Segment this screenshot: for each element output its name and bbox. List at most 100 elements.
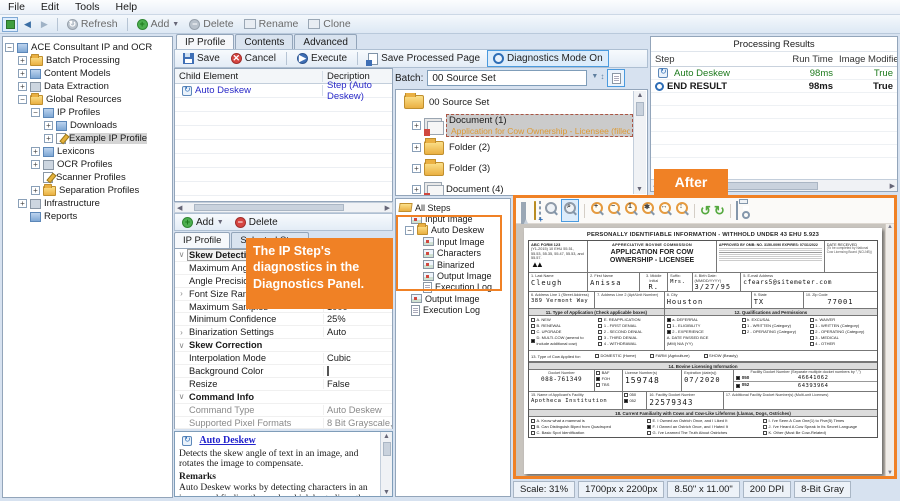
scroll-thumb[interactable] [383, 442, 391, 456]
zoom-out-button[interactable]: − [607, 201, 621, 220]
expand-icon[interactable]: + [18, 199, 27, 208]
property-value[interactable]: 25% [323, 314, 392, 324]
filter-sort-icon[interactable] [591, 73, 603, 83]
property-binarization-settings[interactable]: ›Binarization SettingsAuto [175, 326, 392, 339]
child-grid-hscrollbar[interactable]: ◀ ▶ [174, 202, 393, 213]
page-view-button[interactable] [607, 69, 625, 87]
menu-tools[interactable]: Tools [67, 0, 108, 14]
batch-node-document-4[interactable]: +Document (4) [400, 179, 647, 196]
collapse-icon[interactable]: − [5, 43, 14, 52]
tree-node-reports[interactable]: Reports [3, 210, 172, 223]
tree-node-batch-processing[interactable]: +Batch Processing [3, 54, 172, 67]
property-value[interactable]: Auto [323, 327, 392, 337]
collapse-icon[interactable]: − [18, 95, 27, 104]
scroll-up-icon[interactable]: ▲ [381, 432, 392, 440]
collapse-icon[interactable]: − [405, 226, 414, 235]
column-image-modified[interactable]: Image Modifie [839, 54, 897, 65]
batch-dropdown[interactable]: 00 Source Set [427, 70, 587, 86]
cancel-button[interactable]: ✕Cancel [227, 51, 280, 67]
tree-node-separation-profiles[interactable]: +Separation Profiles [3, 184, 172, 197]
pointer-tool-button[interactable] [521, 202, 531, 220]
scroll-down-icon[interactable]: ▼ [636, 185, 643, 194]
property-supported-pixel-formats[interactable]: Supported Pixel Formats8 Bit Grayscale, … [175, 417, 392, 430]
property-value[interactable]: False [323, 379, 392, 389]
tab-contents[interactable]: Contents [235, 34, 293, 50]
batch-node-source-set[interactable]: 00 Source Set [400, 93, 647, 111]
property-value[interactable]: Cubic [323, 353, 392, 363]
scroll-right-icon[interactable]: ▶ [383, 204, 392, 212]
rotate-left-button[interactable]: ↺ [700, 204, 711, 217]
expand-icon[interactable]: + [18, 56, 27, 65]
steps-node-characters[interactable]: Characters [399, 248, 510, 259]
viewer-vscrollbar[interactable]: ▲▼ [885, 224, 894, 476]
collapse-icon[interactable]: ∨ [175, 392, 188, 401]
expand-icon[interactable]: › [175, 289, 188, 298]
save-processed-page-button[interactable]: Save Processed Page [364, 51, 484, 67]
tree-node-infrastructure[interactable]: +Infrastructure [3, 197, 172, 210]
tab-advanced[interactable]: Advanced [294, 34, 356, 50]
property-minimum-confidence[interactable]: Minimum Confidence25% [175, 313, 392, 326]
zoom-actual-size-button[interactable]: 1 [624, 201, 638, 220]
column-step[interactable]: Step [651, 54, 779, 65]
steps-node-deskew-input-image[interactable]: Input Image [399, 236, 510, 247]
tree-node-global-resources[interactable]: −Global Resources [3, 93, 172, 106]
zone-select-button[interactable] [539, 202, 541, 220]
steps-node-binarized[interactable]: Binarized [399, 259, 510, 270]
expand-icon[interactable]: + [412, 185, 421, 194]
expand-icon[interactable]: + [44, 121, 53, 130]
grid-row-auto-deskew[interactable]: Auto Deskew Step (Auto Deskew) [175, 84, 392, 98]
back-button[interactable]: ◀ [20, 16, 35, 32]
steps-node-output-image[interactable]: Output Image [399, 293, 510, 304]
menu-file[interactable]: File [0, 0, 33, 14]
expand-icon[interactable]: + [412, 164, 421, 173]
add-step-button[interactable]: +Add▼ [178, 214, 228, 230]
save-button[interactable]: Save [179, 51, 224, 67]
expand-icon[interactable]: + [18, 69, 27, 78]
steps-node-auto-deskew[interactable]: −Auto Deskew [399, 225, 510, 236]
property-group-skew-correction[interactable]: ∨Skew Correction [175, 339, 392, 352]
execute-button[interactable]: ▶Execute [293, 51, 351, 67]
tree-node-ip-profiles[interactable]: −IP Profiles [3, 106, 172, 119]
zoom-fit-page-button[interactable]: ✱ [641, 201, 655, 220]
tree-node-lexicons[interactable]: +Lexicons [3, 145, 172, 158]
description-vscrollbar[interactable]: ▲▼ [380, 432, 392, 496]
rotate-right-button[interactable]: ↻ [714, 204, 725, 217]
expand-icon[interactable]: + [31, 186, 40, 195]
tree-node-root[interactable]: −ACE Consultant IP and OCR [3, 41, 172, 54]
pan-tool-button[interactable] [534, 202, 536, 220]
rename-button[interactable]: Rename [240, 16, 303, 32]
scroll-thumb[interactable] [636, 102, 644, 116]
menu-help[interactable]: Help [108, 0, 146, 14]
batch-node-folder-3[interactable]: +Folder (3) [400, 158, 647, 179]
batch-tree-vscrollbar[interactable]: ▲▼ [633, 91, 646, 194]
property-command-type[interactable]: Command TypeAuto Deskew [175, 404, 392, 417]
tree-node-data-extraction[interactable]: +Data Extraction [3, 80, 172, 93]
batch-node-folder-2[interactable]: +Folder (2) [400, 137, 647, 158]
collapse-icon[interactable]: ∨ [175, 250, 188, 259]
property-background-color[interactable]: Background Color [175, 365, 392, 378]
batch-node-document-1[interactable]: + Document (1) Application for Cow Owner… [412, 114, 633, 137]
tree-node-content-models[interactable]: +Content Models [3, 67, 172, 80]
collapse-icon[interactable]: ∨ [175, 341, 188, 350]
zoom-fit-width-button[interactable]: ↔ [658, 201, 672, 220]
tree-node-ocr-profiles[interactable]: +OCR Profiles [3, 158, 172, 171]
zoom-in-button[interactable]: + [590, 201, 604, 220]
steps-node-deskew-execution-log[interactable]: Execution Log [399, 282, 510, 293]
refresh-button[interactable]: ↻Refresh [63, 16, 122, 32]
expand-icon[interactable]: + [18, 82, 27, 91]
result-row-auto-deskew[interactable]: Auto Deskew 98ms True [651, 67, 897, 80]
clone-button[interactable]: Clone [304, 16, 354, 32]
expand-icon[interactable]: + [412, 121, 421, 130]
expand-icon[interactable]: › [175, 328, 188, 337]
property-value[interactable] [323, 366, 392, 376]
magnifier-window-button[interactable] [544, 201, 558, 220]
tree-node-example-ip-profile[interactable]: +Example IP Profile [3, 132, 172, 145]
scroll-down-icon[interactable]: ▼ [381, 488, 392, 496]
step-help-link[interactable]: Auto Deskew [199, 435, 255, 447]
steps-node-all-steps[interactable]: All Steps [399, 202, 510, 213]
expand-icon[interactable]: + [31, 147, 40, 156]
delete-button[interactable]: −Delete [185, 16, 237, 32]
scroll-thumb[interactable] [194, 204, 344, 211]
zoom-select-button[interactable]: ⌕ [561, 199, 579, 222]
diagnostics-mode-button[interactable]: Diagnostics Mode On [487, 50, 609, 67]
